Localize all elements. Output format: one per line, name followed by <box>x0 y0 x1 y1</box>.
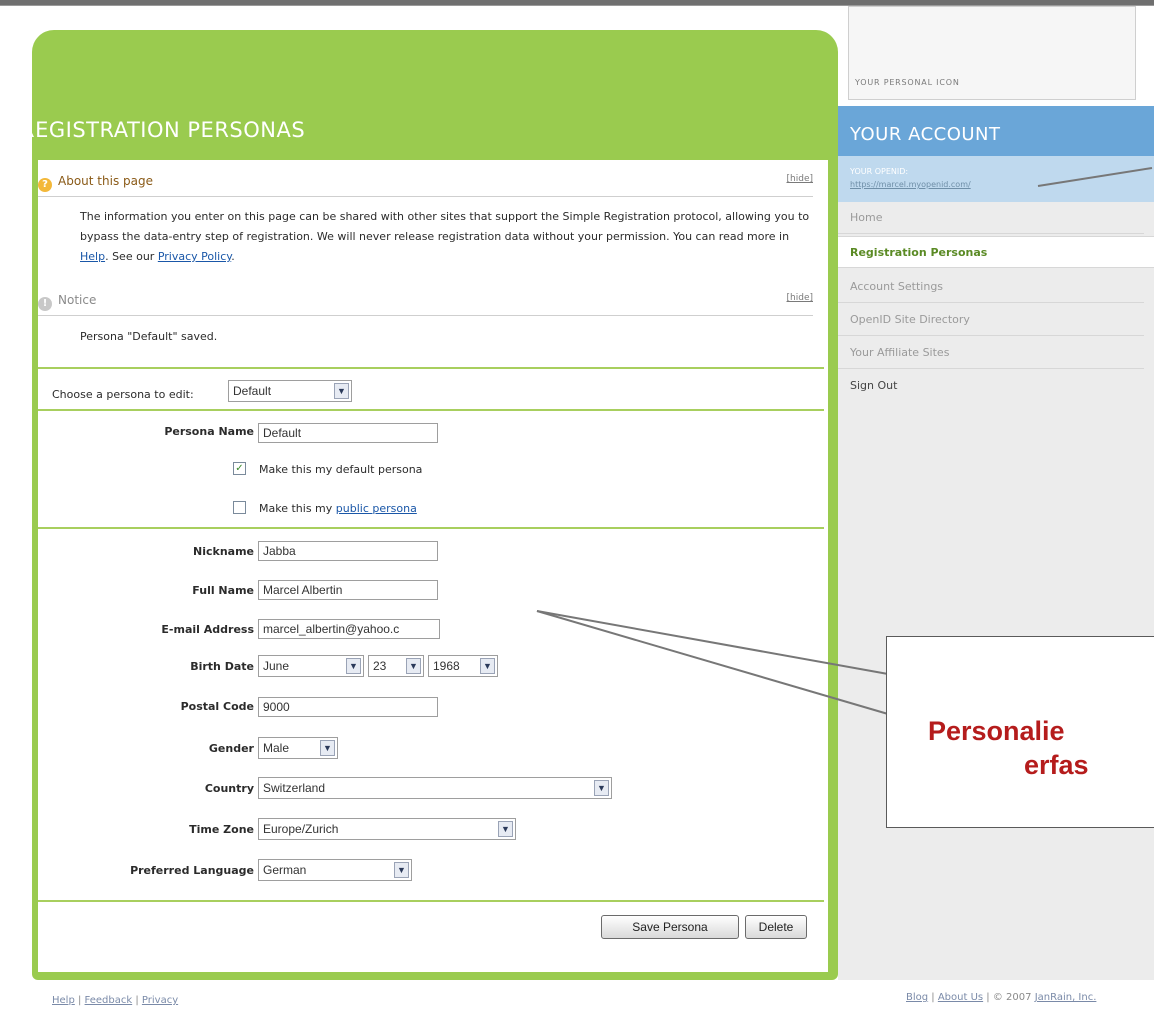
divider <box>38 367 824 369</box>
privacy-policy-link[interactable]: Privacy Policy <box>158 250 231 263</box>
birth-year-select[interactable]: 1968 ▼ <box>428 655 498 677</box>
email-input[interactable]: marcel_albertin@yahoo.c <box>258 619 440 639</box>
nickname-input[interactable]: Jabba <box>258 541 438 561</box>
notice-hide-link[interactable]: [hide] <box>787 293 813 303</box>
personal-icon-caption: YOUR PERSONAL ICON <box>855 78 960 87</box>
chevron-down-icon: ▼ <box>394 862 409 878</box>
about-section-header: ? About this page [hide] <box>38 174 813 197</box>
sidebar-item-sign-out[interactable]: Sign Out <box>838 370 1144 402</box>
divider <box>38 527 824 529</box>
sidebar-item-registration-personas[interactable]: Registration Personas <box>838 236 1154 268</box>
default-persona-checkbox[interactable]: ✓ <box>233 462 246 475</box>
openid-url-link[interactable]: https://marcel.myopenid.com/ <box>850 180 971 189</box>
footer-links: Help | Feedback | Privacy <box>52 995 179 1006</box>
delete-button[interactable]: Delete <box>745 915 807 939</box>
about-text: The information you enter on this page c… <box>80 210 810 263</box>
footer-feedback-link[interactable]: Feedback <box>85 995 133 1006</box>
account-sidebar: YOUR ACCOUNT YOUR OPENID: https://marcel… <box>838 106 1154 980</box>
chevron-down-icon: ▼ <box>480 658 495 674</box>
main-content <box>38 160 828 972</box>
footer-blog-link[interactable]: Blog <box>906 992 928 1003</box>
birth-month-select[interactable]: June ▼ <box>258 655 364 677</box>
postal-code-label: Postal Code <box>180 700 254 713</box>
chevron-down-icon: ▼ <box>498 821 513 837</box>
timezone-select[interactable]: Europe/Zurich ▼ <box>258 818 516 840</box>
chevron-down-icon: ▼ <box>320 740 335 756</box>
about-hide-link[interactable]: [hide] <box>787 174 813 184</box>
sidebar-item-site-directory[interactable]: OpenID Site Directory <box>838 304 1144 336</box>
account-title: YOUR ACCOUNT <box>850 124 1001 145</box>
divider <box>38 900 824 902</box>
help-link[interactable]: Help <box>80 250 105 263</box>
birth-day-select[interactable]: 23 ▼ <box>368 655 424 677</box>
country-label: Country <box>204 782 254 795</box>
language-label: Preferred Language <box>130 864 254 877</box>
footer-copyright: © 2007 <box>992 992 1032 1003</box>
timezone-label: Time Zone <box>189 823 254 836</box>
sidebar-item-account-settings[interactable]: Account Settings <box>838 271 1144 303</box>
chevron-down-icon: ▼ <box>334 383 349 399</box>
public-persona-checkbox[interactable] <box>233 501 246 514</box>
save-persona-button[interactable]: Save Persona <box>601 915 739 939</box>
openid-label: YOUR OPENID: <box>850 167 909 176</box>
birthdate-label: Birth Date <box>190 660 254 673</box>
fullname-input[interactable]: Marcel Albertin <box>258 580 438 600</box>
account-header: YOUR ACCOUNT <box>838 106 1154 156</box>
about-heading: About this page <box>58 174 153 188</box>
chevron-down-icon: ▼ <box>594 780 609 796</box>
persona-select[interactable]: Default ▼ <box>228 380 352 402</box>
notice-section-header: ! Notice [hide] <box>38 293 813 316</box>
persona-select-label: Choose a persona to edit: <box>52 388 194 401</box>
openid-box: YOUR OPENID: https://marcel.myopenid.com… <box>838 156 1154 202</box>
nickname-label: Nickname <box>193 545 254 558</box>
public-persona-label: Make this my public persona <box>259 502 417 515</box>
notice-heading: Notice <box>58 293 97 307</box>
gender-label: Gender <box>208 742 254 755</box>
persona-name-input[interactable]: Default <box>258 423 438 443</box>
fullname-label: Full Name <box>192 584 254 597</box>
country-select[interactable]: Switzerland ▼ <box>258 777 612 799</box>
personal-icon-box[interactable]: YOUR PERSONAL ICON <box>848 6 1136 100</box>
chevron-down-icon: ▼ <box>346 658 361 674</box>
page-title: REGISTRATION PERSONAS <box>20 118 306 142</box>
notice-message: Persona "Default" saved. <box>80 330 218 343</box>
annotation-text: Personalie erfas <box>928 716 1089 780</box>
sidebar-item-affiliate-sites[interactable]: Your Affiliate Sites <box>838 337 1144 369</box>
footer-right: Blog | About Us | © 2007 JanRain, Inc. <box>906 992 1097 1003</box>
divider <box>38 409 824 411</box>
persona-name-label: Persona Name <box>164 425 254 438</box>
gender-select[interactable]: Male ▼ <box>258 737 338 759</box>
sidebar-item-home[interactable]: Home <box>838 202 1144 234</box>
postal-code-input[interactable]: 9000 <box>258 697 438 717</box>
footer-about-link[interactable]: About Us <box>938 992 983 1003</box>
footer-help-link[interactable]: Help <box>52 995 75 1006</box>
default-persona-label: Make this my default persona <box>259 463 423 476</box>
footer-privacy-link[interactable]: Privacy <box>142 995 178 1006</box>
help-icon: ? <box>38 178 52 192</box>
info-icon: ! <box>38 297 52 311</box>
public-persona-link[interactable]: public persona <box>336 502 417 515</box>
footer-company-link[interactable]: JanRain, Inc. <box>1035 992 1097 1003</box>
email-label: E-mail Address <box>161 623 254 636</box>
language-select[interactable]: German ▼ <box>258 859 412 881</box>
chevron-down-icon: ▼ <box>406 658 421 674</box>
